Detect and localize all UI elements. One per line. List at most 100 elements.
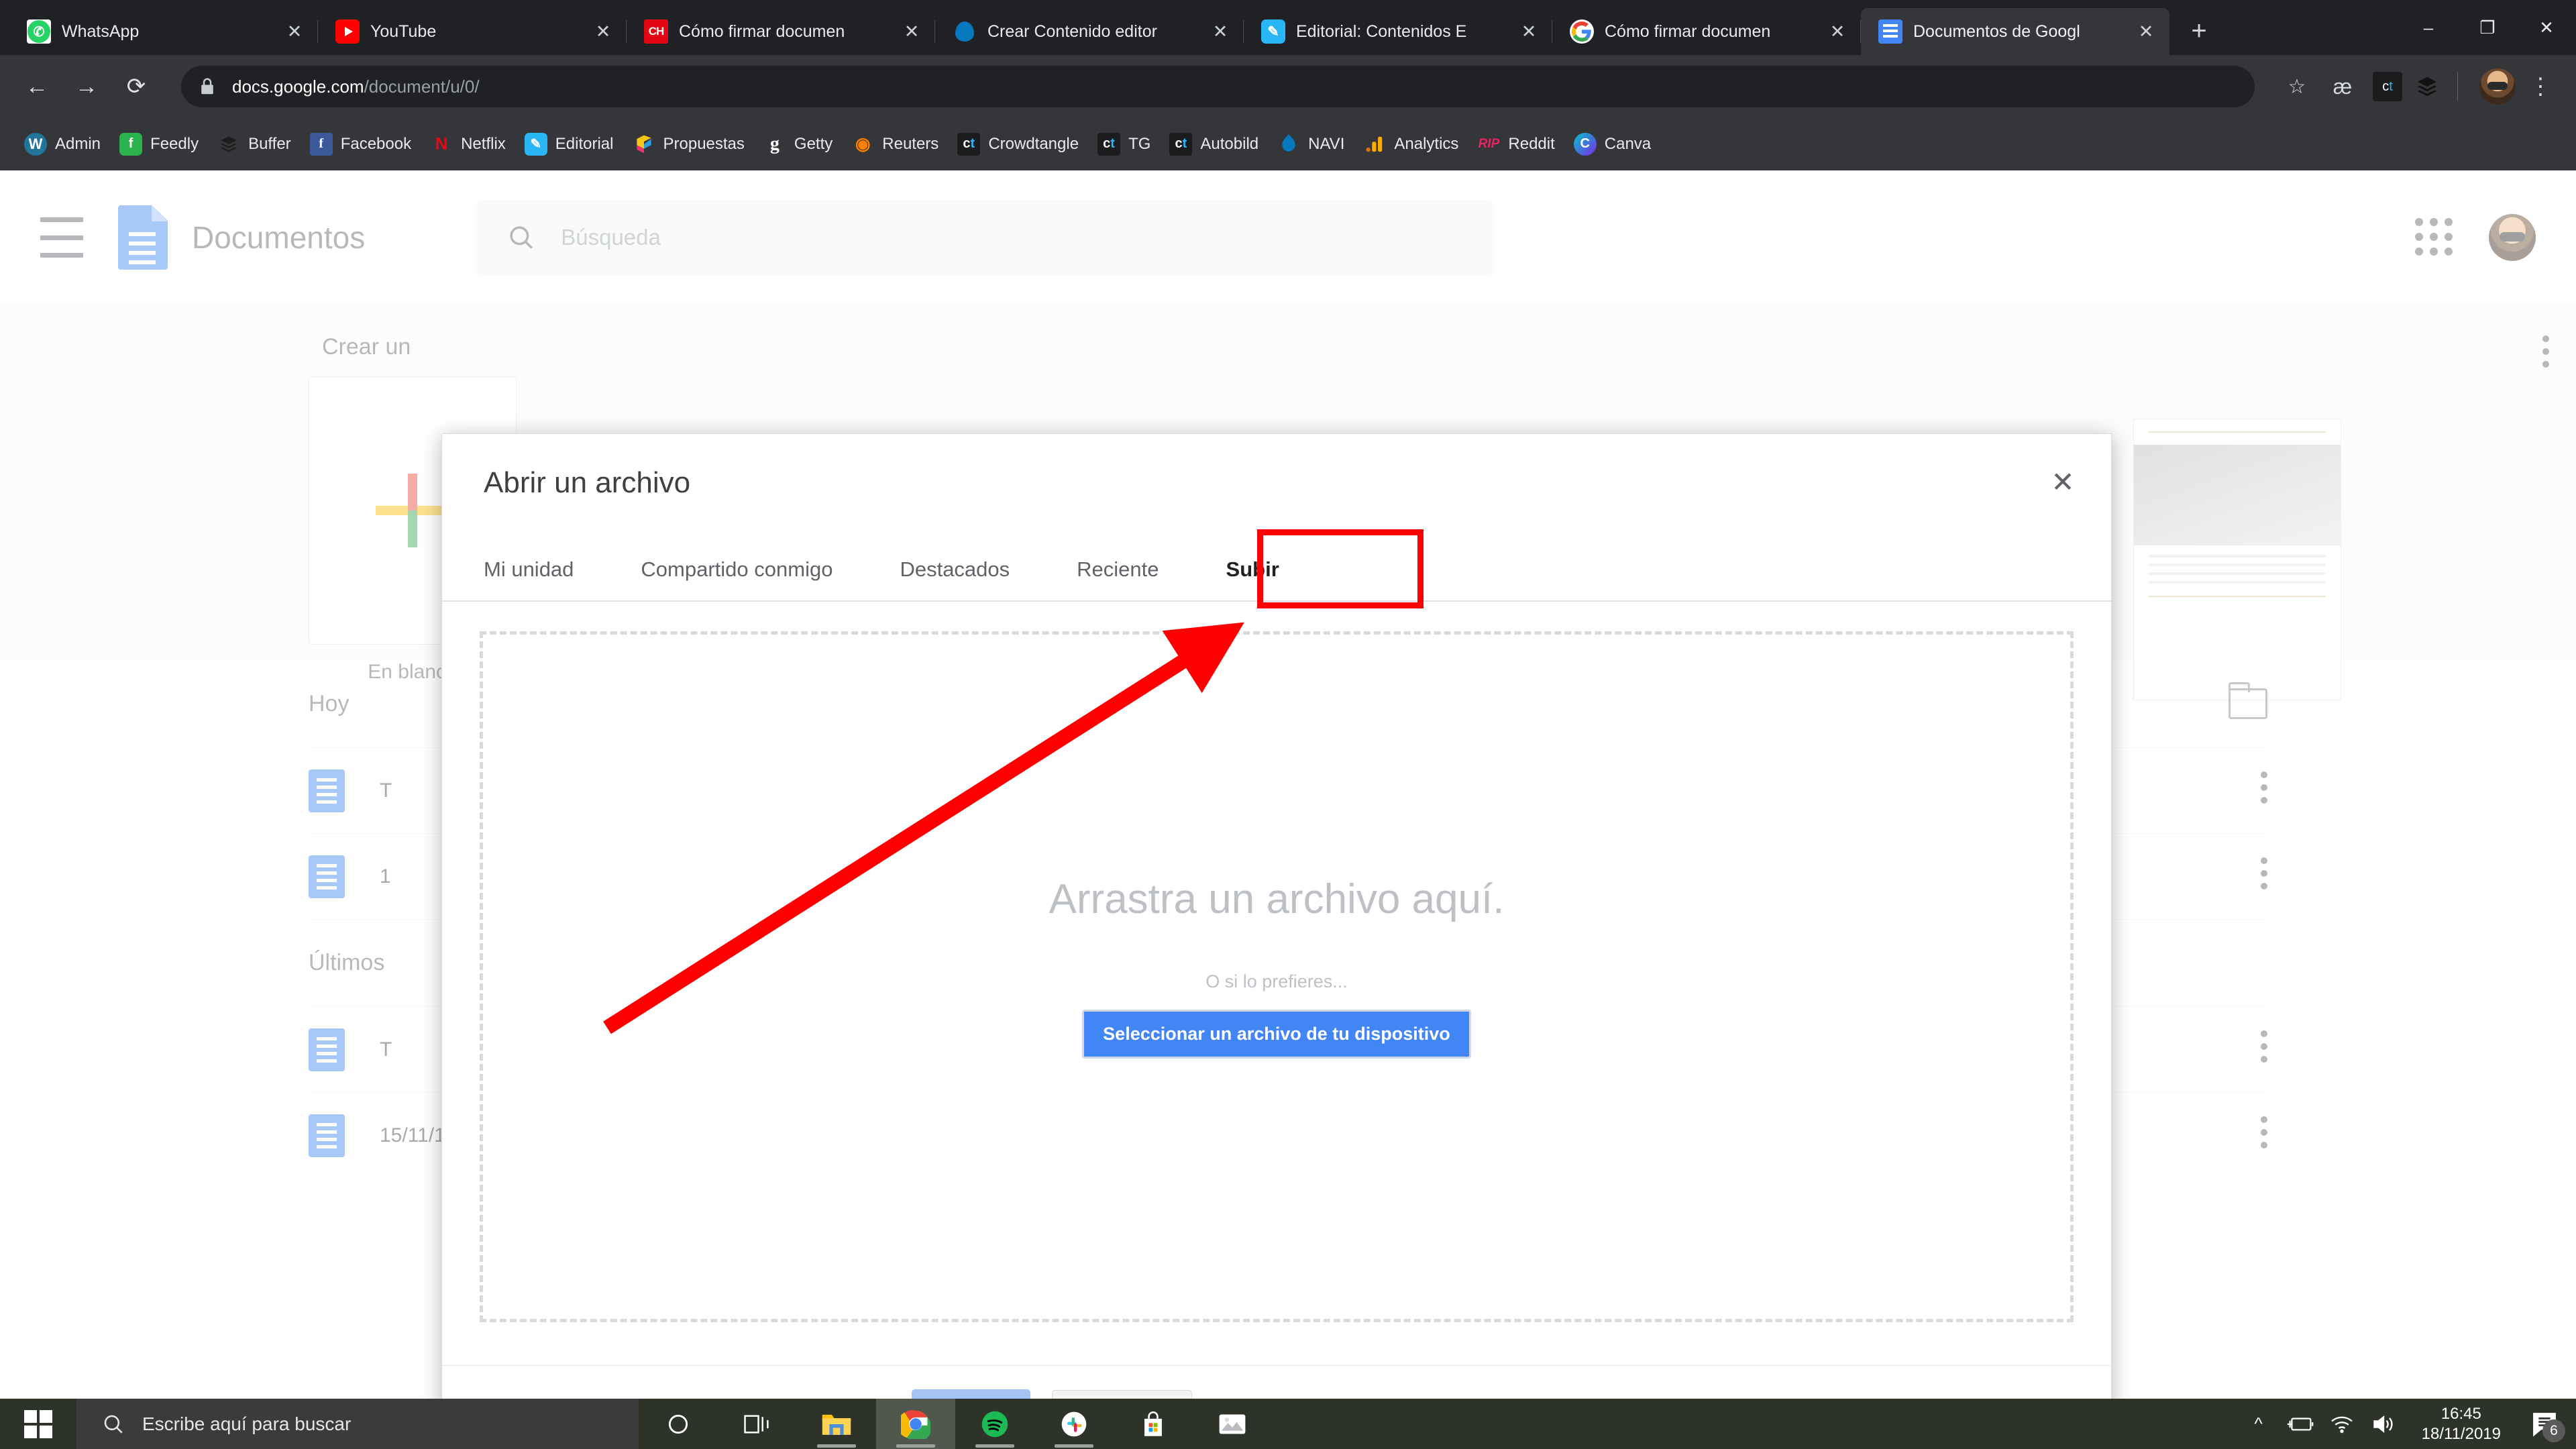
task-view-icon[interactable] (718, 1399, 797, 1449)
slack-icon[interactable] (1034, 1399, 1114, 1449)
photos-icon[interactable] (1193, 1399, 1272, 1449)
new-tab-button[interactable]: + (2179, 11, 2219, 51)
tab-title: Crear Contenido editor (987, 21, 1157, 41)
browser-tab-editorial[interactable]: ✎ Editorial: Contenidos E ✕ (1244, 8, 1552, 55)
browser-tab-documentos-de-google[interactable]: Documentos de Googl ✕ (1861, 8, 2169, 55)
bookmark-label: Facebook (340, 134, 412, 153)
bookmark-tg[interactable]: ct TG (1088, 126, 1160, 162)
tab-title: Documentos de Googl (1913, 21, 2080, 41)
file-explorer-icon[interactable] (797, 1399, 876, 1449)
browser-tab-whatsapp[interactable]: ✆ WhatsApp ✕ (9, 8, 318, 55)
notifications-button[interactable]: 6 (2518, 1399, 2571, 1449)
editorial-icon: ✎ (524, 132, 547, 156)
close-icon[interactable]: ✕ (1516, 19, 1542, 44)
taskbar-clock[interactable]: 16:45 18/11/2019 (2404, 1404, 2518, 1444)
close-icon[interactable]: ✕ (899, 19, 924, 44)
tab-title: Cómo firmar documen (679, 21, 845, 41)
youtube-icon (335, 19, 360, 44)
system-tray: ^ 16:45 18/11/2019 6 (2238, 1399, 2576, 1449)
bookmark-buffer[interactable]: Buffer (208, 126, 301, 162)
reload-icon[interactable]: ⟳ (114, 64, 158, 109)
tab-strip: ✆ WhatsApp ✕ YouTube ✕ CH Cómo firmar do… (0, 0, 2576, 55)
crowdtangle-icon: ct (1097, 132, 1121, 156)
close-icon[interactable]: ✕ (2044, 464, 2082, 501)
tab-title: YouTube (370, 21, 437, 41)
open-file-dialog: Abrir un archivo ✕ Mi unidad Compartido … (441, 433, 2112, 1399)
crowdtangle-icon[interactable]: ct (2373, 72, 2402, 101)
volume-icon[interactable] (2363, 1399, 2404, 1449)
propuestas-icon (633, 133, 655, 156)
close-icon[interactable]: ✕ (2133, 19, 2159, 44)
bookmark-canva[interactable]: C Canva (1564, 126, 1660, 162)
chrome-icon[interactable] (876, 1399, 955, 1449)
bookmark-label: Editorial (555, 134, 614, 153)
bookmark-analytics[interactable]: Analytics (1354, 126, 1468, 162)
bookmark-propuestas[interactable]: Propuestas (623, 126, 754, 162)
spotify-icon[interactable] (955, 1399, 1034, 1449)
wifi-icon[interactable] (2321, 1399, 2363, 1449)
browser-tab-youtube[interactable]: YouTube ✕ (318, 8, 627, 55)
whatsapp-icon: ✆ (27, 19, 51, 44)
bookmark-feedly[interactable]: f Feedly (110, 126, 208, 162)
close-icon[interactable]: ✕ (590, 19, 616, 44)
address-bar[interactable]: docs.google.com/document/u/0/ (181, 66, 2255, 107)
bookmark-facebook[interactable]: f Facebook (301, 126, 421, 162)
cancel-button[interactable]: Cancelar (1052, 1390, 1192, 1399)
bookmark-navi[interactable]: NAVI (1268, 126, 1354, 162)
tab-compartido-conmigo[interactable]: Compartido conmigo (641, 557, 833, 600)
bookmark-label: Buffer (248, 134, 291, 153)
close-icon[interactable]: ✕ (1825, 19, 1850, 44)
buffer-icon[interactable] (2406, 66, 2448, 107)
lock-icon (197, 76, 217, 97)
battery-icon[interactable] (2279, 1399, 2321, 1449)
file-dropzone[interactable]: Arrastra un archivo aquí. O si lo prefie… (480, 631, 2074, 1322)
windows-taskbar: Escribe aquí para buscar ^ 16:45 18/11/2… (0, 1399, 2576, 1449)
close-icon[interactable]: ✕ (1208, 19, 1233, 44)
notification-count: 6 (2542, 1419, 2565, 1442)
close-window-button[interactable]: ✕ (2517, 0, 2576, 55)
bookmark-label: Crowdtangle (988, 134, 1079, 153)
chrome-menu-icon[interactable]: ⋮ (2520, 66, 2561, 107)
crowdtangle-icon: ct (957, 132, 981, 156)
toolbar-actions: ☆ æ ct ⋮ (2272, 66, 2561, 107)
grammarly-icon[interactable]: æ (2322, 66, 2363, 107)
browser-tab-crear-contenido[interactable]: Crear Contenido editor ✕ (935, 8, 1244, 55)
star-icon[interactable]: ☆ (2276, 66, 2318, 107)
taskbar-search-input[interactable]: Escribe aquí para buscar (76, 1399, 639, 1449)
tab-subir[interactable]: Subir (1226, 557, 1279, 600)
open-button[interactable]: Abrir (912, 1389, 1031, 1399)
show-hidden-icons[interactable]: ^ (2238, 1399, 2279, 1449)
microsoft-store-icon[interactable] (1114, 1399, 1193, 1449)
bookmark-label: Admin (55, 134, 101, 153)
select-file-button[interactable]: Seleccionar un archivo de tu dispositivo (1082, 1009, 1471, 1059)
url-host: docs.google.com (232, 76, 364, 97)
close-icon[interactable]: ✕ (282, 19, 307, 44)
bookmark-getty[interactable]: g Getty (754, 126, 842, 162)
bookmark-crowdtangle[interactable]: ct Crowdtangle (948, 126, 1088, 162)
bookmark-autobild[interactable]: ct Autobild (1160, 126, 1268, 162)
bookmark-reuters[interactable]: ◉ Reuters (842, 126, 948, 162)
tab-mi-unidad[interactable]: Mi unidad (484, 557, 574, 600)
bookmark-label: Propuestas (663, 134, 745, 153)
bookmark-netflix[interactable]: N Netflix (421, 126, 515, 162)
back-icon[interactable]: ← (15, 64, 59, 109)
bookmark-reddit[interactable]: RIP Reddit (1468, 126, 1564, 162)
getty-icon: g (769, 133, 780, 154)
tab-reciente[interactable]: Reciente (1077, 557, 1159, 600)
profile-avatar[interactable] (2479, 68, 2516, 105)
editorial-icon: ✎ (1261, 19, 1285, 44)
bookmark-label: Getty (794, 134, 833, 153)
tab-destacados[interactable]: Destacados (900, 557, 1010, 600)
windows-logo-icon[interactable] (0, 1399, 76, 1449)
clock-time: 16:45 (2440, 1405, 2481, 1424)
bookmark-editorial[interactable]: ✎ Editorial (515, 126, 623, 162)
browser-tab-como-firmar-google[interactable]: Cómo firmar documen ✕ (1552, 8, 1861, 55)
browser-tab-como-firmar-ch[interactable]: CH Cómo firmar documen ✕ (627, 8, 935, 55)
maximize-button[interactable]: ❐ (2458, 0, 2517, 55)
bookmark-admin[interactable]: W Admin (15, 126, 110, 162)
minimize-button[interactable]: – (2399, 0, 2458, 55)
forward-icon[interactable]: → (64, 64, 109, 109)
cortana-icon[interactable] (639, 1399, 718, 1449)
url-path: /document/u/0/ (364, 76, 480, 97)
dialog-header: Abrir un archivo ✕ (442, 434, 2111, 500)
